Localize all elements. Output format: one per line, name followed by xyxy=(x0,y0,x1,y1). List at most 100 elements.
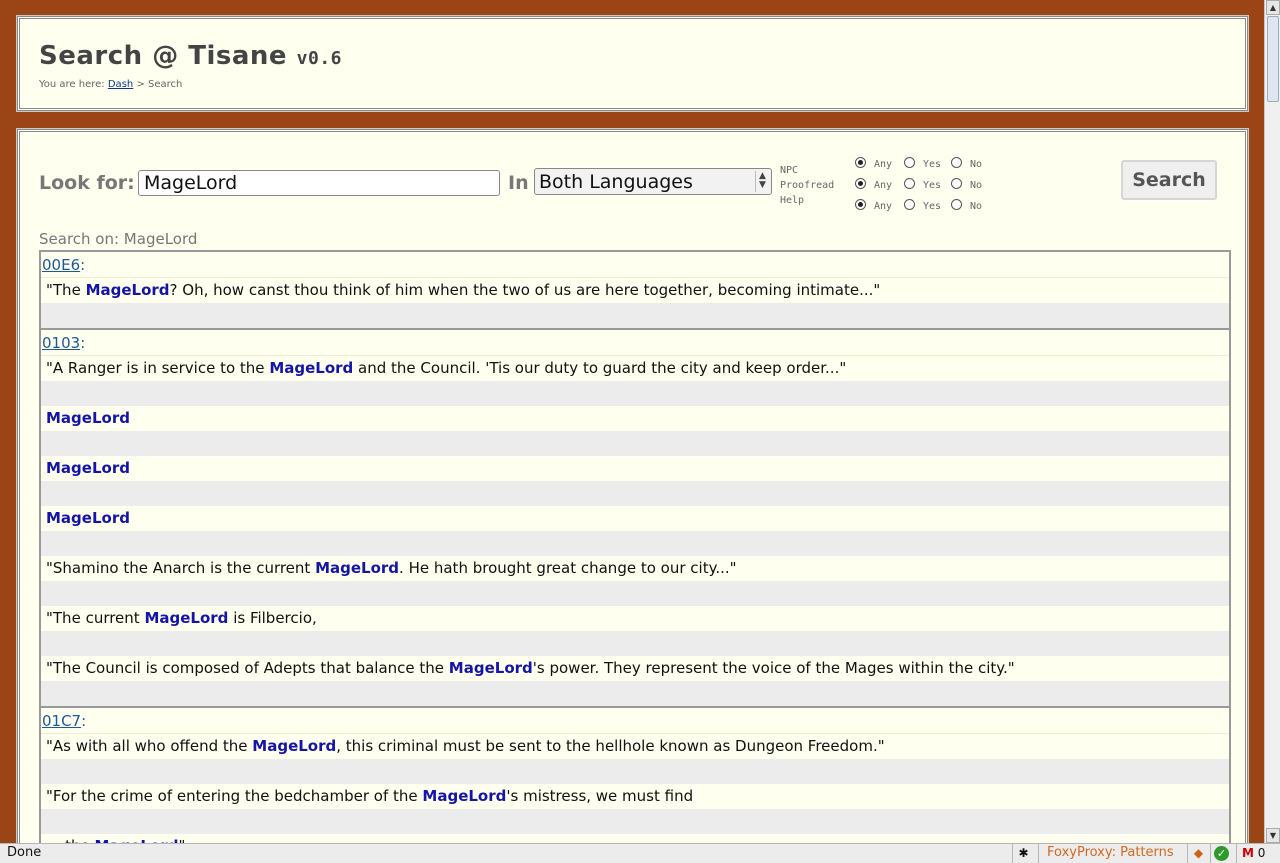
in-label: In xyxy=(508,172,529,194)
entry-separator xyxy=(41,581,1229,606)
fox-icon[interactable]: ◆ xyxy=(1187,844,1209,863)
result-entry: "The MageLord? Oh, how canst thou think … xyxy=(41,278,1229,303)
radio-help-yes[interactable] xyxy=(904,199,915,210)
highlight-term: MageLord xyxy=(252,737,337,755)
language-select[interactable]: Both Languages ▲ ▼ xyxy=(534,168,772,195)
main-panel: Look for: MageLord In Both Languages ▲ ▼ … xyxy=(16,128,1249,850)
radio-npc-no[interactable] xyxy=(951,157,962,168)
result-id-link[interactable]: 00E6 xyxy=(42,256,80,274)
radio-label-no: No xyxy=(970,201,983,212)
result-id-row: 01C7: xyxy=(41,708,1229,734)
title-text: Search @ Tisane xyxy=(39,41,288,71)
page-title: Search @ Tisane v0.6 xyxy=(39,41,342,71)
gmail-icon: M xyxy=(1242,846,1254,860)
breadcrumb: You are here: Dash > Search xyxy=(39,79,182,90)
breadcrumb-current: Search xyxy=(148,79,183,90)
result-entry: "For the crime of entering the bedchambe… xyxy=(41,784,1229,809)
breadcrumb-prefix: You are here: xyxy=(39,79,105,90)
foxyproxy-status[interactable]: FoxyProxy: Patterns xyxy=(1038,844,1186,863)
result-entry: "A Ranger is in service to the MageLord … xyxy=(41,356,1229,381)
entry-text: . He hath brought great change to our ci… xyxy=(399,559,737,577)
entry-text: "As with all who offend the xyxy=(46,737,253,755)
radio-label-no: No xyxy=(970,159,983,170)
search-button[interactable]: Search xyxy=(1121,160,1217,200)
flag-label-help: Help xyxy=(780,195,805,206)
entry-separator xyxy=(41,531,1229,556)
entry-text: is Filbercio, xyxy=(228,609,317,627)
result-id-link[interactable]: 0103 xyxy=(42,334,80,352)
highlight-term: MageLord xyxy=(448,659,533,677)
result-id-row: 00E6: xyxy=(41,252,1229,278)
radio-help-no[interactable] xyxy=(951,199,962,210)
radio-help-any[interactable] xyxy=(855,199,866,210)
flag-label-npc: NPC xyxy=(780,165,799,176)
breadcrumb-separator: > xyxy=(136,79,145,90)
highlight-term: MageLord xyxy=(422,787,507,805)
look-for-label: Look for: xyxy=(39,172,135,194)
result-entry: "The current MageLord is Filbercio, xyxy=(41,606,1229,631)
search-on-label: Search on: MageLord xyxy=(39,230,198,248)
scroll-up-icon[interactable]: ▲ xyxy=(1266,0,1280,15)
entry-text: "A Ranger is in service to the xyxy=(46,359,270,377)
status-bar: Done ✱ FoxyProxy: Patterns ◆ ✓ M 0 xyxy=(0,843,1280,863)
select-arrows-icon: ▲ ▼ xyxy=(755,171,769,192)
entry-text: and the Council. 'Tis our duty to guard … xyxy=(353,359,847,377)
highlight-term: MageLord xyxy=(315,559,400,577)
scroll-down-icon[interactable]: ▼ xyxy=(1266,828,1280,843)
entry-separator xyxy=(41,759,1229,784)
radio-label-yes: Yes xyxy=(923,180,942,191)
entry-separator xyxy=(41,381,1229,406)
highlight-term: MageLord xyxy=(46,409,130,427)
entry-text: , this criminal must be sent to the hell… xyxy=(336,737,885,755)
result-entry: "Shamino the Anarch is the current MageL… xyxy=(41,556,1229,581)
language-selected-value: Both Languages xyxy=(539,171,693,193)
result-group: 01C7: "As with all who offend the MageLor… xyxy=(39,706,1231,846)
result-id-colon: : xyxy=(80,334,86,352)
radio-proofread-any[interactable] xyxy=(855,178,866,189)
radio-label-any: Any xyxy=(874,201,893,212)
radio-label-no: No xyxy=(970,180,983,191)
result-id-link[interactable]: 01C7 xyxy=(42,712,81,730)
result-entry: MageLord xyxy=(41,506,1229,531)
search-input[interactable]: MageLord xyxy=(138,170,500,196)
radio-label-any: Any xyxy=(874,159,893,170)
radio-proofread-yes[interactable] xyxy=(904,178,915,189)
entry-text: 's mistress, we must find xyxy=(506,787,694,805)
version-label: v0.6 xyxy=(296,48,342,69)
result-entry: "The Council is composed of Adepts that … xyxy=(41,656,1229,681)
result-group: 0103: "A Ranger is in service to the Mage… xyxy=(39,328,1231,706)
entry-text: 's power. They represent the voice of th… xyxy=(532,659,1015,677)
result-id-colon: : xyxy=(81,712,87,730)
result-entry: MageLord xyxy=(41,406,1229,431)
entry-text: "The Council is composed of Adepts that … xyxy=(46,659,449,677)
entry-text: "The current xyxy=(46,609,145,627)
scroll-thumb[interactable] xyxy=(1267,16,1279,102)
result-group: 00E6: "The MageLord? Oh, how canst thou t… xyxy=(39,250,1231,328)
entry-separator xyxy=(41,303,1229,328)
highlight-term: MageLord xyxy=(46,459,130,477)
radio-npc-yes[interactable] xyxy=(904,157,915,168)
radio-npc-any[interactable] xyxy=(855,157,866,168)
entry-separator xyxy=(41,481,1229,506)
entry-text: "The xyxy=(46,281,86,299)
gmail-notifier[interactable]: M 0 xyxy=(1236,844,1276,863)
bug-icon[interactable]: ✱ xyxy=(1012,844,1034,863)
results-list: 00E6: "The MageLord? Oh, how canst thou t… xyxy=(39,250,1231,846)
radio-label-any: Any xyxy=(874,180,893,191)
mail-count: 0 xyxy=(1257,846,1266,860)
entry-text: "Shamino the Anarch is the current xyxy=(46,559,316,577)
header-panel: Search @ Tisane v0.6 You are here: Dash … xyxy=(16,15,1249,112)
entry-separator xyxy=(41,631,1229,656)
highlight-term: MageLord xyxy=(85,281,170,299)
radio-label-yes: Yes xyxy=(923,201,942,212)
result-entry: MageLord xyxy=(41,456,1229,481)
breadcrumb-link-dash[interactable]: Dash xyxy=(108,79,133,90)
check-icon[interactable]: ✓ xyxy=(1210,844,1232,863)
radio-proofread-no[interactable] xyxy=(951,178,962,189)
entry-text: ? Oh, how canst thou think of him when t… xyxy=(169,281,881,299)
vertical-scrollbar[interactable]: ▲ ▼ xyxy=(1264,0,1280,843)
entry-separator xyxy=(41,681,1229,706)
flag-label-proofread: Proofread xyxy=(780,180,835,191)
result-id-colon: : xyxy=(80,256,86,274)
result-entry: "As with all who offend the MageLord, th… xyxy=(41,734,1229,759)
